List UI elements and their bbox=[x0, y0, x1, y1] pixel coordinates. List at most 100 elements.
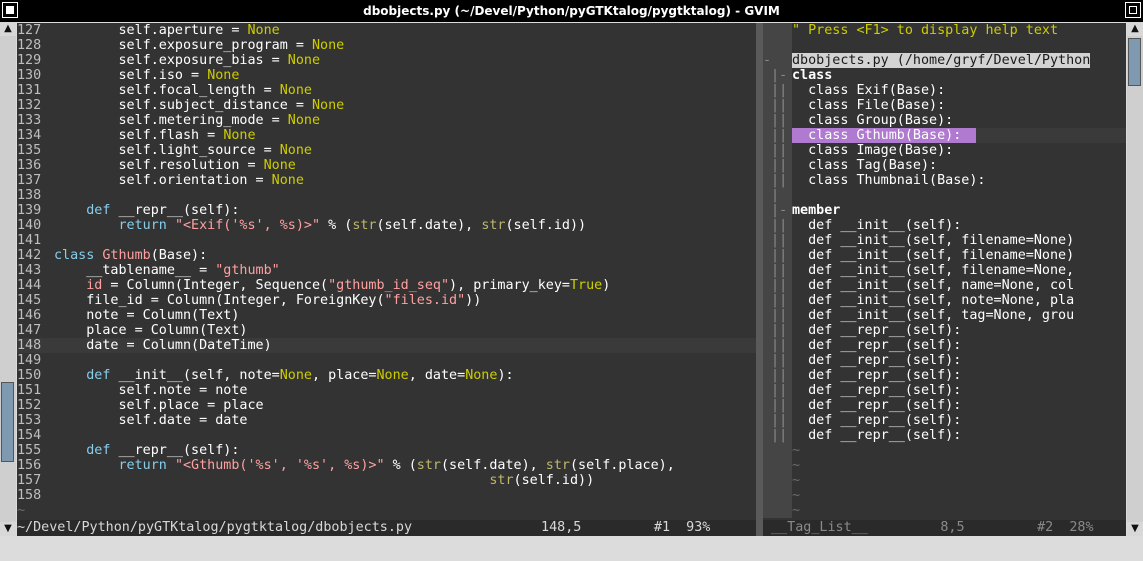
taglist-tag: def __init__(self, filename=None) bbox=[792, 248, 1075, 263]
right-scrollbar[interactable]: ▲ ▼ bbox=[1127, 22, 1143, 536]
taglist-item[interactable]: || class Image(Base): bbox=[763, 143, 1126, 158]
taglist-item[interactable]: || def __init__(self, filename=None) bbox=[763, 233, 1126, 248]
taglist-item[interactable]: || def __repr__(self): bbox=[763, 428, 1126, 443]
taglist-item[interactable]: || def __repr__(self): bbox=[763, 338, 1126, 353]
taglist-item[interactable]: || class Exif(Base): bbox=[763, 83, 1126, 98]
code-line[interactable]: 151 self.note = note bbox=[17, 383, 756, 398]
taglist-tag: def __init__(self, note=None, pla bbox=[792, 293, 1075, 308]
taglist-item[interactable]: || def __repr__(self): bbox=[763, 398, 1126, 413]
taglist-pane[interactable]: " Press <F1> to display help text - dbob… bbox=[763, 23, 1126, 520]
left-scrollbar[interactable]: ▲ ▼ bbox=[0, 22, 16, 536]
taglist-item[interactable]: || class Gthumb(Base): bbox=[763, 128, 1126, 143]
code-line[interactable]: 156 return "<Gthumb('%s', '%s', %s)>" % … bbox=[17, 458, 756, 473]
taglist-item[interactable]: || def __init__(self, filename=None, bbox=[763, 263, 1126, 278]
line-number: 135 bbox=[17, 143, 42, 158]
taglist-item[interactable]: || class Thumbnail(Base): bbox=[763, 173, 1126, 188]
taglist-tag: def __repr__(self): bbox=[792, 428, 962, 443]
code-line[interactable]: 145 file_id = Column(Integer, ForeignKey… bbox=[17, 293, 756, 308]
maximize-button[interactable] bbox=[1125, 2, 1141, 18]
taglist-tag: def __repr__(self): bbox=[792, 398, 962, 413]
code-line[interactable]: 137 self.orientation = None bbox=[17, 173, 756, 188]
fold-column: || bbox=[763, 173, 792, 188]
line-number: 143 bbox=[17, 263, 42, 278]
code-text: self.metering_mode = None bbox=[54, 113, 321, 128]
taglist-item[interactable]: || def __repr__(self): bbox=[763, 323, 1126, 338]
code-text: self.aperture = None bbox=[54, 23, 280, 38]
taglist-item[interactable]: || def __init__(self, tag=None, grou bbox=[763, 308, 1126, 323]
scrollbar-thumb[interactable] bbox=[1, 382, 14, 462]
taglist-item[interactable]: || def __repr__(self): bbox=[763, 353, 1126, 368]
code-line[interactable]: 139 def __repr__(self): bbox=[17, 203, 756, 218]
line-number: 131 bbox=[17, 83, 42, 98]
code-line[interactable]: 141 bbox=[17, 233, 756, 248]
empty-line-marker: ~ bbox=[763, 473, 1126, 488]
taglist-item[interactable]: || def __init__(self): bbox=[763, 218, 1126, 233]
taglist-item[interactable]: || class Group(Base): bbox=[763, 113, 1126, 128]
taglist-item[interactable]: |- member bbox=[763, 203, 1126, 218]
line-number: 150 bbox=[17, 368, 42, 383]
code-line[interactable]: 149 bbox=[17, 353, 756, 368]
window-titlebar: dbobjects.py (~/Devel/Python/pyGTKtalog/… bbox=[0, 0, 1143, 22]
code-line[interactable]: 142 class Gthumb(Base): bbox=[17, 248, 756, 263]
taglist-item[interactable]: || def __repr__(self): bbox=[763, 368, 1126, 383]
code-line[interactable]: 147 place = Column(Text) bbox=[17, 323, 756, 338]
taglist-item[interactable]: || class File(Base): bbox=[763, 98, 1126, 113]
taglist-item[interactable]: || def __init__(self, note=None, pla bbox=[763, 293, 1126, 308]
code-text: class Gthumb(Base): bbox=[54, 248, 208, 263]
code-line[interactable]: 130 self.iso = None bbox=[17, 68, 756, 83]
code-line[interactable]: 132 self.subject_distance = None bbox=[17, 98, 756, 113]
code-line[interactable]: 135 self.light_source = None bbox=[17, 143, 756, 158]
code-line[interactable]: 153 self.date = date bbox=[17, 413, 756, 428]
code-line[interactable]: 144 id = Column(Integer, Sequence("gthum… bbox=[17, 278, 756, 293]
scroll-down-arrow-icon[interactable]: ▼ bbox=[1127, 522, 1143, 536]
line-number: 149 bbox=[17, 353, 42, 368]
fold-column: || bbox=[763, 248, 792, 263]
code-editor[interactable]: 127 self.aperture = None 128 self.exposur… bbox=[17, 23, 756, 520]
code-line[interactable]: 152 self.place = place bbox=[17, 398, 756, 413]
taglist-item[interactable]: |- class bbox=[763, 68, 1126, 83]
code-line[interactable]: 157 str(self.id)) bbox=[17, 473, 756, 488]
line-number: 140 bbox=[17, 218, 42, 233]
taglist-item[interactable]: || def __init__(self, filename=None) bbox=[763, 248, 1126, 263]
code-line[interactable]: 146 note = Column(Text) bbox=[17, 308, 756, 323]
code-line[interactable]: 131 self.focal_length = None bbox=[17, 83, 756, 98]
code-line[interactable]: 127 self.aperture = None bbox=[17, 23, 756, 38]
code-line[interactable]: 140 return "<Exif('%s', %s)>" % (str(sel… bbox=[17, 218, 756, 233]
taglist-tag: class Image(Base): bbox=[792, 143, 954, 158]
code-line[interactable]: 150 def __init__(self, note=None, place=… bbox=[17, 368, 756, 383]
taglist-item[interactable]: || def __repr__(self): bbox=[763, 383, 1126, 398]
taglist-item[interactable]: || def __init__(self, name=None, col bbox=[763, 278, 1126, 293]
code-line[interactable]: 129 self.exposure_bias = None bbox=[17, 53, 756, 68]
code-line[interactable]: 154 bbox=[17, 428, 756, 443]
code-line[interactable]: 128 self.exposure_program = None bbox=[17, 38, 756, 53]
scrollbar-thumb[interactable] bbox=[1128, 38, 1141, 86]
window-menu-button[interactable] bbox=[2, 2, 18, 18]
code-text: self.orientation = None bbox=[54, 173, 304, 188]
line-number: 154 bbox=[17, 428, 42, 443]
taglist-tag: def __repr__(self): bbox=[792, 338, 962, 353]
code-line[interactable]: 136 self.resolution = None bbox=[17, 158, 756, 173]
line-number: 136 bbox=[17, 158, 42, 173]
code-line[interactable]: 134 self.flash = None bbox=[17, 128, 756, 143]
code-line[interactable]: 138 bbox=[17, 188, 756, 203]
scroll-up-arrow-icon[interactable]: ▲ bbox=[1127, 22, 1143, 36]
line-number: 155 bbox=[17, 443, 42, 458]
code-line[interactable]: 133 self.metering_mode = None bbox=[17, 113, 756, 128]
fold-column: || bbox=[763, 383, 792, 398]
code-line[interactable]: 143 __tablename__ = "gthumb" bbox=[17, 263, 756, 278]
taglist-tag: def __init__(self, name=None, col bbox=[792, 278, 1075, 293]
line-number: 137 bbox=[17, 173, 42, 188]
code-line[interactable]: 155 def __repr__(self): bbox=[17, 443, 756, 458]
taglist-item[interactable]: || def __repr__(self): bbox=[763, 413, 1126, 428]
code-line[interactable]: 148 date = Column(DateTime) bbox=[17, 338, 756, 353]
taglist-item[interactable]: - dbobjects.py (/home/gryf/Devel/Python bbox=[763, 53, 1126, 68]
scroll-down-arrow-icon[interactable]: ▼ bbox=[0, 522, 16, 536]
taglist-item[interactable]: || class Tag(Base): bbox=[763, 158, 1126, 173]
vertical-split-separator[interactable] bbox=[756, 23, 763, 520]
status-line-taglist: __Tag_List__ 8,5 #2 28% bbox=[763, 520, 1126, 536]
code-line[interactable]: 158 bbox=[17, 488, 756, 503]
taglist-tag: def __init__(self): bbox=[792, 218, 962, 233]
code-text: date = Column(DateTime) bbox=[54, 338, 272, 353]
scroll-up-arrow-icon[interactable]: ▲ bbox=[0, 22, 16, 36]
fold-column: || bbox=[763, 143, 792, 158]
